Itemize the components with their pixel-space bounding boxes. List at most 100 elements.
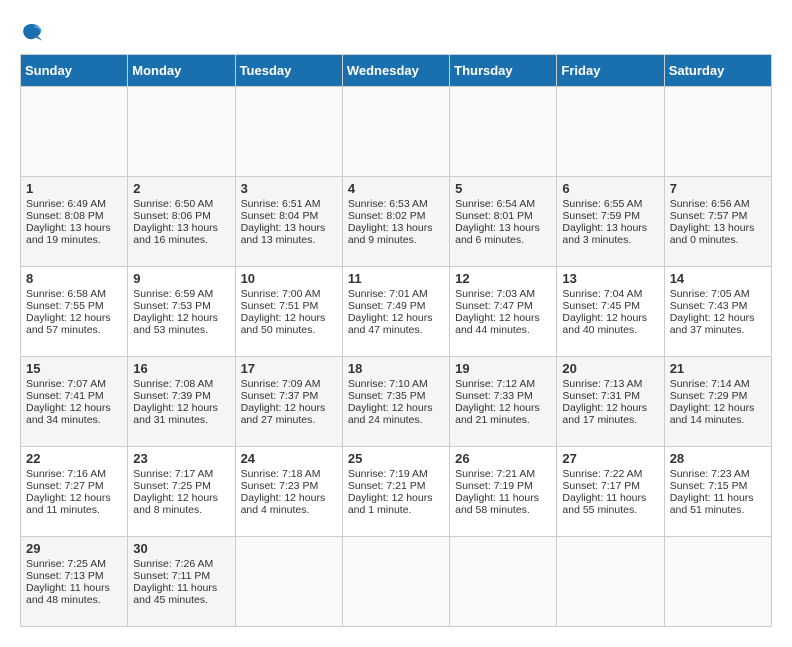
calendar-week-row: 29Sunrise: 7:25 AMSunset: 7:13 PMDayligh… [21, 537, 772, 627]
daylight-text: Daylight: 12 hours and 17 minutes. [562, 402, 658, 426]
calendar-cell: 1Sunrise: 6:49 AMSunset: 8:08 PMDaylight… [21, 177, 128, 267]
day-number: 15 [26, 361, 122, 376]
sunset-text: Sunset: 7:19 PM [455, 480, 551, 492]
sunrise-text: Sunrise: 7:07 AM [26, 378, 122, 390]
calendar-header-row: SundayMondayTuesdayWednesdayThursdayFrid… [21, 55, 772, 87]
calendar-week-row: 8Sunrise: 6:58 AMSunset: 7:55 PMDaylight… [21, 267, 772, 357]
calendar-cell: 2Sunrise: 6:50 AMSunset: 8:06 PMDaylight… [128, 177, 235, 267]
sunset-text: Sunset: 7:51 PM [241, 300, 337, 312]
calendar-cell: 12Sunrise: 7:03 AMSunset: 7:47 PMDayligh… [450, 267, 557, 357]
sunset-text: Sunset: 7:55 PM [26, 300, 122, 312]
sunset-text: Sunset: 7:47 PM [455, 300, 551, 312]
day-number: 6 [562, 181, 658, 196]
sunrise-text: Sunrise: 7:05 AM [670, 288, 766, 300]
day-number: 26 [455, 451, 551, 466]
calendar-table: SundayMondayTuesdayWednesdayThursdayFrid… [20, 54, 772, 627]
daylight-text: Daylight: 11 hours and 58 minutes. [455, 492, 551, 516]
sunset-text: Sunset: 7:15 PM [670, 480, 766, 492]
day-number: 2 [133, 181, 229, 196]
col-header-tuesday: Tuesday [235, 55, 342, 87]
day-number: 23 [133, 451, 229, 466]
logo [20, 20, 48, 44]
sunrise-text: Sunrise: 7:10 AM [348, 378, 444, 390]
calendar-cell: 6Sunrise: 6:55 AMSunset: 7:59 PMDaylight… [557, 177, 664, 267]
sunrise-text: Sunrise: 6:58 AM [26, 288, 122, 300]
day-number: 27 [562, 451, 658, 466]
day-number: 1 [26, 181, 122, 196]
sunset-text: Sunset: 8:04 PM [241, 210, 337, 222]
day-number: 21 [670, 361, 766, 376]
sunset-text: Sunset: 8:06 PM [133, 210, 229, 222]
daylight-text: Daylight: 12 hours and 24 minutes. [348, 402, 444, 426]
daylight-text: Daylight: 13 hours and 13 minutes. [241, 222, 337, 246]
calendar-cell: 14Sunrise: 7:05 AMSunset: 7:43 PMDayligh… [664, 267, 771, 357]
day-number: 13 [562, 271, 658, 286]
daylight-text: Daylight: 12 hours and 1 minute. [348, 492, 444, 516]
daylight-text: Daylight: 13 hours and 6 minutes. [455, 222, 551, 246]
day-number: 9 [133, 271, 229, 286]
sunset-text: Sunset: 7:49 PM [348, 300, 444, 312]
sunrise-text: Sunrise: 6:54 AM [455, 198, 551, 210]
day-number: 29 [26, 541, 122, 556]
sunrise-text: Sunrise: 7:04 AM [562, 288, 658, 300]
sunset-text: Sunset: 7:33 PM [455, 390, 551, 402]
sunrise-text: Sunrise: 7:13 AM [562, 378, 658, 390]
sunset-text: Sunset: 7:23 PM [241, 480, 337, 492]
daylight-text: Daylight: 13 hours and 19 minutes. [26, 222, 122, 246]
calendar-cell: 21Sunrise: 7:14 AMSunset: 7:29 PMDayligh… [664, 357, 771, 447]
day-number: 24 [241, 451, 337, 466]
col-header-thursday: Thursday [450, 55, 557, 87]
daylight-text: Daylight: 12 hours and 31 minutes. [133, 402, 229, 426]
calendar-cell [128, 87, 235, 177]
daylight-text: Daylight: 12 hours and 34 minutes. [26, 402, 122, 426]
sunrise-text: Sunrise: 7:22 AM [562, 468, 658, 480]
day-number: 16 [133, 361, 229, 376]
sunrise-text: Sunrise: 7:19 AM [348, 468, 444, 480]
col-header-friday: Friday [557, 55, 664, 87]
sunrise-text: Sunrise: 6:56 AM [670, 198, 766, 210]
calendar-cell: 11Sunrise: 7:01 AMSunset: 7:49 PMDayligh… [342, 267, 449, 357]
col-header-wednesday: Wednesday [342, 55, 449, 87]
calendar-cell: 8Sunrise: 6:58 AMSunset: 7:55 PMDaylight… [21, 267, 128, 357]
sunrise-text: Sunrise: 7:01 AM [348, 288, 444, 300]
calendar-cell: 22Sunrise: 7:16 AMSunset: 7:27 PMDayligh… [21, 447, 128, 537]
calendar-cell: 17Sunrise: 7:09 AMSunset: 7:37 PMDayligh… [235, 357, 342, 447]
calendar-week-row: 22Sunrise: 7:16 AMSunset: 7:27 PMDayligh… [21, 447, 772, 537]
daylight-text: Daylight: 12 hours and 57 minutes. [26, 312, 122, 336]
sunset-text: Sunset: 8:02 PM [348, 210, 444, 222]
daylight-text: Daylight: 11 hours and 48 minutes. [26, 582, 122, 606]
calendar-cell [664, 87, 771, 177]
daylight-text: Daylight: 12 hours and 47 minutes. [348, 312, 444, 336]
calendar-cell: 26 Sunrise: 7:21 AMSunset: 7:19 PMDayligh… [450, 447, 557, 537]
sunset-text: Sunset: 7:13 PM [26, 570, 122, 582]
sunrise-text: Sunrise: 6:55 AM [562, 198, 658, 210]
calendar-week-row: 15Sunrise: 7:07 AMSunset: 7:41 PMDayligh… [21, 357, 772, 447]
daylight-text: Daylight: 12 hours and 4 minutes. [241, 492, 337, 516]
col-header-monday: Monday [128, 55, 235, 87]
sunset-text: Sunset: 8:01 PM [455, 210, 551, 222]
daylight-text: Daylight: 11 hours and 51 minutes. [670, 492, 766, 516]
calendar-week-row [21, 87, 772, 177]
sunset-text: Sunset: 8:08 PM [26, 210, 122, 222]
day-number: 7 [670, 181, 766, 196]
daylight-text: Daylight: 13 hours and 0 minutes. [670, 222, 766, 246]
sunrise-text: Sunrise: 7:21 AM [455, 468, 551, 480]
calendar-cell: 4Sunrise: 6:53 AMSunset: 8:02 PMDaylight… [342, 177, 449, 267]
sunrise-text: Sunrise: 7:09 AM [241, 378, 337, 390]
calendar-cell [235, 537, 342, 627]
sunrise-text: Sunrise: 7:23 AM [670, 468, 766, 480]
calendar-cell: 23Sunrise: 7:17 AMSunset: 7:25 PMDayligh… [128, 447, 235, 537]
sunrise-text: Sunrise: 7:18 AM [241, 468, 337, 480]
sunset-text: Sunset: 7:57 PM [670, 210, 766, 222]
daylight-text: Daylight: 12 hours and 27 minutes. [241, 402, 337, 426]
sunrise-text: Sunrise: 7:17 AM [133, 468, 229, 480]
day-number: 12 [455, 271, 551, 286]
sunrise-text: Sunrise: 7:16 AM [26, 468, 122, 480]
col-header-saturday: Saturday [664, 55, 771, 87]
calendar-week-row: 1Sunrise: 6:49 AMSunset: 8:08 PMDaylight… [21, 177, 772, 267]
calendar-cell [342, 87, 449, 177]
calendar-cell [557, 87, 664, 177]
day-number: 10 [241, 271, 337, 286]
daylight-text: Daylight: 12 hours and 40 minutes. [562, 312, 658, 336]
calendar-cell: 13Sunrise: 7:04 AMSunset: 7:45 PMDayligh… [557, 267, 664, 357]
